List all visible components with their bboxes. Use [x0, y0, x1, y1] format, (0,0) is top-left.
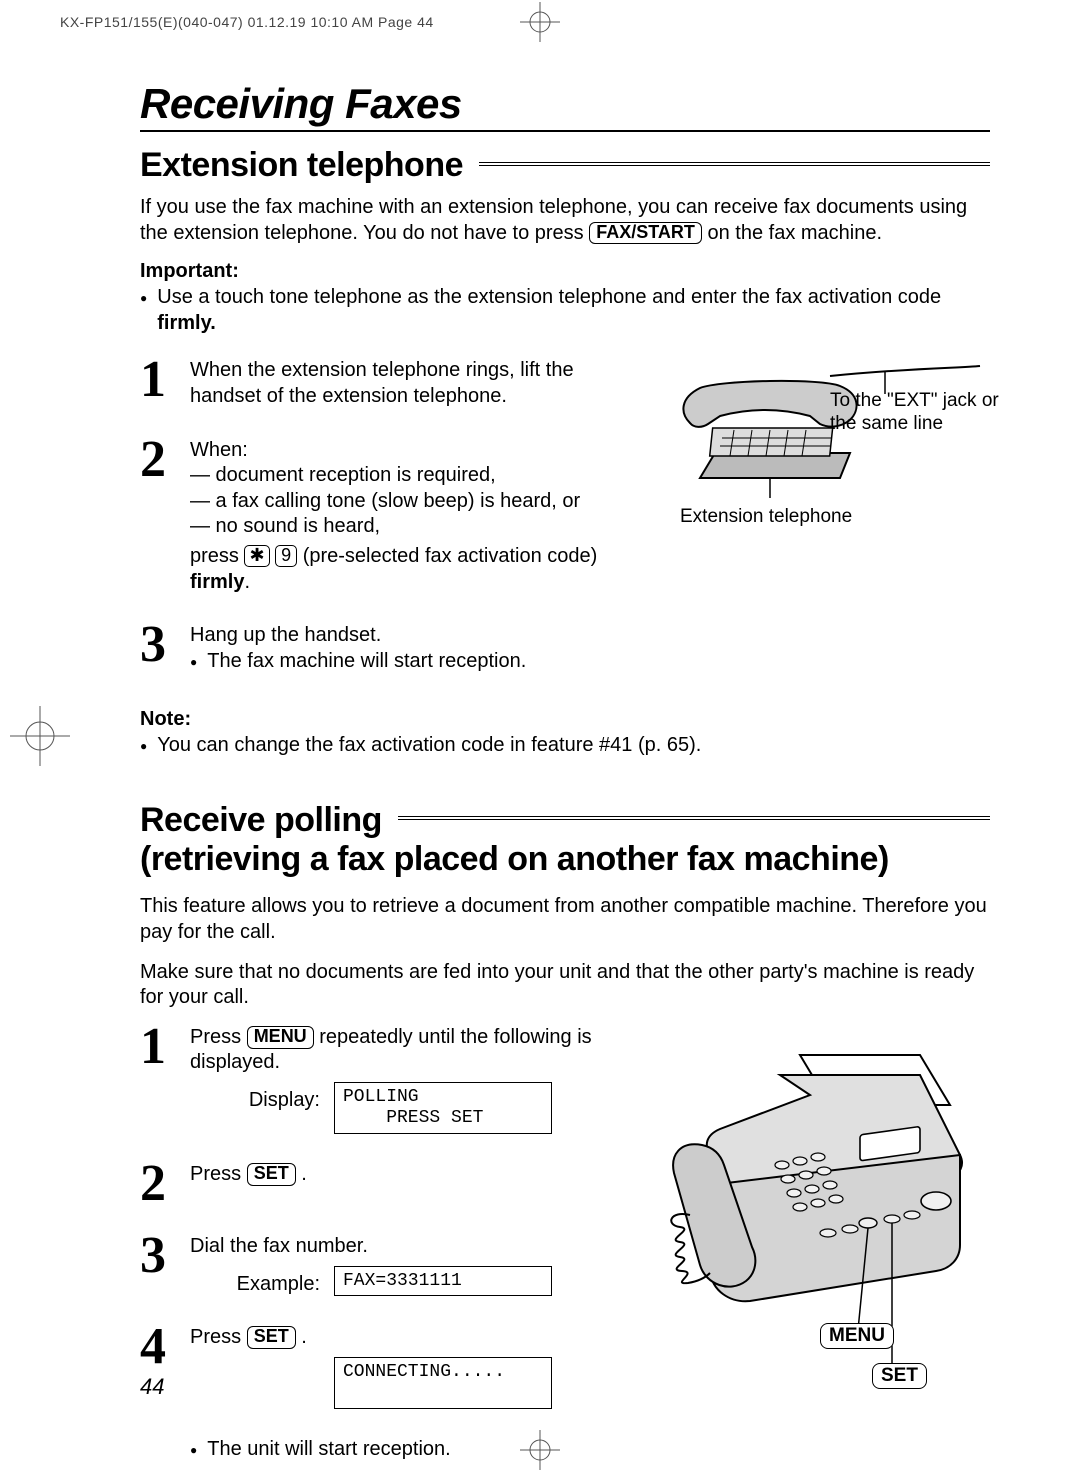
display-label: Display: [190, 1082, 334, 1114]
s2-step2-text: Press SET . [190, 1162, 620, 1206]
extension-telephone-figure: To the "EXT" jack or the same line Exten… [660, 358, 990, 702]
figure-label-extension-telephone: Extension telephone [680, 506, 852, 529]
step2-press-end: . [244, 571, 250, 593]
note-label: Note: [140, 708, 990, 731]
s2s4-post: . [301, 1326, 307, 1348]
step2-text: When: — document reception is required, … [190, 438, 620, 596]
set-button-label: SET [247, 1326, 296, 1349]
step3-text: Hang up the handset. The fax machine wil… [190, 623, 620, 674]
step2-press-bold: firmly [190, 571, 244, 593]
section1-step2: 2 When: — document reception is required… [140, 438, 620, 596]
note-bullet-text: You can change the fax activation code i… [157, 733, 701, 759]
s2s4-final-bullet: The unit will start reception. [207, 1437, 450, 1463]
menu-button-label: MENU [247, 1026, 314, 1049]
faxstart-button-label: FAX/START [589, 222, 702, 245]
spacer-label [190, 1357, 334, 1363]
page-title: Receiving Faxes [140, 80, 990, 128]
figure-label-ext-jack: To the "EXT" jack or the same line [830, 390, 1000, 436]
print-header: KX-FP151/155(E)(040-047) 01.12.19 10:10 … [60, 14, 434, 30]
section1-intro: If you use the fax machine with an exten… [140, 195, 990, 246]
s2-step4-text: Press SET . CONNECTING..... The unit wil… [190, 1325, 620, 1462]
section1-intro-post: on the fax machine. [707, 222, 882, 244]
s2s3-line: Dial the fax number. [190, 1234, 620, 1260]
step2-when: When: [190, 438, 620, 464]
step-number: 3 [140, 623, 186, 674]
section2-step2: 2 Press SET . [140, 1162, 620, 1206]
step1-text: When the extension telephone rings, lift… [190, 358, 620, 409]
step2-l1: — document reception is required, [190, 463, 620, 489]
heading-rule [479, 162, 990, 170]
section1-heading-text: Extension telephone [140, 146, 463, 185]
step-number: 2 [140, 1162, 186, 1206]
figure-set-button: SET [872, 1363, 927, 1389]
section2-intro1: This feature allows you to retrieve a do… [140, 894, 990, 945]
step-number: 1 [140, 358, 186, 409]
section2-step3: 3 Dial the fax number. Example: FAX=3331… [140, 1234, 620, 1297]
page-number: 44 [140, 1374, 164, 1400]
example-label: Example: [190, 1266, 334, 1298]
s2s4-pre: Press [190, 1326, 247, 1348]
step-number: 2 [140, 438, 186, 596]
section1-step1: 1 When the extension telephone rings, li… [140, 358, 620, 409]
step-number: 3 [140, 1234, 186, 1297]
section2-heading-line2: (retrieving a fax placed on another fax … [140, 840, 990, 879]
section2-step4: 4 Press SET . CONNECTING..... The unit w… [140, 1325, 620, 1462]
lcd-display-connecting: CONNECTING..... [334, 1357, 552, 1409]
section2-heading: Receive polling (retrieving a fax placed… [140, 801, 990, 879]
step-number: 1 [140, 1025, 186, 1134]
lcd-display-polling: POLLING PRESS SET [334, 1082, 552, 1134]
fax-machine-figure: MENU SET [660, 1025, 990, 1471]
important-label: Important: [140, 260, 990, 283]
s2-step1-text: Press MENU repeatedly until the followin… [190, 1025, 620, 1134]
step2-l2: — a fax calling tone (slow beep) is hear… [190, 489, 620, 515]
important-bullet-pre: Use a touch tone telephone as the extens… [157, 286, 941, 308]
nine-key-label: 9 [275, 545, 297, 567]
title-rule [140, 130, 990, 132]
s2s1-pre: Press [190, 1026, 247, 1048]
important-bullet-bold: firmly. [157, 312, 216, 334]
s2-step3-text: Dial the fax number. Example: FAX=333111… [190, 1234, 620, 1297]
heading-rule [398, 816, 990, 824]
section1-step3: 3 Hang up the handset. The fax machine w… [140, 623, 620, 674]
section2-step1: 1 Press MENU repeatedly until the follow… [140, 1025, 620, 1134]
section2-intro2: Make sure that no documents are fed into… [140, 960, 990, 1011]
set-button-label: SET [247, 1163, 296, 1186]
important-bullet: Use a touch tone telephone as the extens… [140, 285, 990, 336]
step3-l1: Hang up the handset. [190, 623, 620, 649]
telephone-icon [660, 358, 990, 563]
step2-l3: — no sound is heard, [190, 514, 620, 540]
step3-bullet: The fax machine will start reception. [207, 649, 526, 675]
note-bullet: You can change the fax activation code i… [140, 733, 990, 759]
star-key-label: ✱ [244, 545, 269, 567]
s2s2-pre: Press [190, 1163, 247, 1185]
section1-heading: Extension telephone [140, 146, 990, 185]
step2-press-pre: press [190, 545, 244, 567]
section2-heading-line1: Receive polling [140, 801, 382, 840]
s2s2-post: . [301, 1163, 307, 1185]
crop-mark-top [520, 2, 560, 42]
lcd-display-fax-number: FAX=3331111 [334, 1266, 552, 1297]
crop-mark-left [10, 706, 70, 766]
figure-menu-button: MENU [820, 1323, 894, 1349]
step2-press-mid: (pre-selected fax activation code) [303, 545, 598, 567]
